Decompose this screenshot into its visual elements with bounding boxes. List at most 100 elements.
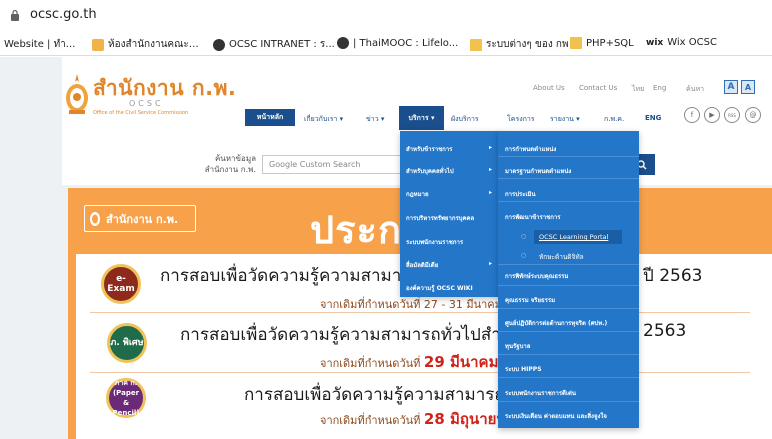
- lock-icon: [11, 9, 19, 21]
- announcement-title[interactable]: การสอบเพื่อวัดความรู้ความสามารถทั่ว: [244, 381, 525, 408]
- bookmark-wix[interactable]: wix Wix OCSC: [646, 37, 717, 48]
- divider: [498, 156, 639, 157]
- submenu-item-ocsc-learning-portal[interactable]: OCSC Learning Portal: [539, 233, 608, 241]
- site-logo-subtitle: Office of the Civil Service Commission: [93, 110, 189, 116]
- submenu-item-anti-corruption-center[interactable]: ศูนย์ปฏิบัติการต่อต้านการทุจริต (ศปท.): [505, 318, 607, 328]
- nav-news[interactable]: ข่าว ▾: [366, 114, 384, 125]
- nav-projects[interactable]: โครงการ: [507, 114, 535, 125]
- announcement-subtitle: จากเดิมที่กำหนดวันที่ 27 - 31 มีนาคม: [320, 298, 502, 311]
- facebook-icon[interactable]: f: [684, 107, 700, 123]
- submenu-item-salary-compensation[interactable]: ระบบเงินเดือน ค่าตอบแทน และสิ่งจูงใจ: [505, 411, 607, 421]
- nav-services[interactable]: บริการ ▾: [399, 106, 444, 130]
- banner-logo-text: สำนักงาน ก.พ.: [106, 213, 179, 226]
- font-size-normal-button[interactable]: A: [724, 80, 738, 94]
- bookmark-label: ระบบต่างๆ ของ กพ: [486, 39, 569, 50]
- submenu-item-evaluation[interactable]: การประเมิน: [505, 189, 536, 199]
- menu-item-multimedia[interactable]: สื่อมัลติมีเดีย: [406, 260, 438, 270]
- menu-item-ocsc-wiki[interactable]: องค์ความรู้ OCSC WIKI: [406, 283, 473, 293]
- bookmark-label: Wix OCSC: [667, 37, 717, 48]
- email-icon[interactable]: @: [745, 107, 761, 123]
- emblem-icon: [92, 38, 104, 51]
- search-link[interactable]: ค้นหา: [686, 84, 704, 95]
- nav-merit-commission[interactable]: ก.พ.ค.: [604, 114, 624, 125]
- bookmark-label: Website | ทำ...: [4, 39, 76, 50]
- divider: [498, 377, 639, 378]
- folder-icon: [470, 38, 482, 51]
- bookmark-label: ห้องสำนักงานคณะกรรมการข้าราชการพลเรือน: [108, 39, 200, 50]
- announcement-title-tail: ปี 2563: [643, 266, 703, 286]
- globe-icon: [337, 37, 349, 49]
- bookmark-ocsc-home[interactable]: ห้องสำนักงานคณะกรรมการข้าราชการพลเรือน: [92, 37, 200, 52]
- bookmark-intranet[interactable]: OCSC INTRANET : ร...: [213, 37, 335, 52]
- contact-us-link[interactable]: Contact Us: [579, 84, 617, 92]
- bookmark-website[interactable]: Website | ทำ...: [4, 37, 75, 52]
- bookmark-label: PHP+SQL: [586, 37, 634, 49]
- divider: [498, 201, 639, 202]
- divider: [90, 372, 750, 373]
- menu-item-for-civil-servants[interactable]: สำหรับข้าราชการ: [406, 144, 452, 154]
- submenu-item-ethics[interactable]: คุณธรรม จริยธรรม: [505, 295, 555, 305]
- submenu-item-position-standards[interactable]: มาตรฐานกำหนดตำแหน่ง: [505, 166, 571, 176]
- ocsc-emblem-icon: [90, 212, 100, 226]
- lang-thai-link[interactable]: ไทย: [632, 84, 644, 95]
- youtube-icon[interactable]: ▶: [704, 107, 720, 123]
- special-exam-badge[interactable]: ภ. พิเศษ: [107, 323, 147, 363]
- announcement-title[interactable]: การสอบเพื่อวัดความรู้ความสามารถทั่วไปสำห…: [180, 321, 532, 348]
- rss-icon[interactable]: RSS: [724, 107, 740, 123]
- site-logo-text[interactable]: สำนักงาน ก.พ.: [93, 72, 236, 105]
- divider: [498, 308, 639, 309]
- submenu-item-hipps[interactable]: ระบบ HIPPS: [505, 364, 542, 374]
- search-label: ค้นหาข้อมูล สำนักงาน ก.พ.: [204, 154, 256, 174]
- about-us-link[interactable]: About Us: [533, 84, 565, 92]
- announcement-title[interactable]: การสอบเพื่อวัดความรู้ความสามารถ: [160, 262, 421, 289]
- lang-eng-link[interactable]: Eng: [653, 84, 666, 92]
- menu-item-law[interactable]: กฎหมาย: [406, 189, 428, 199]
- address-bar[interactable]: [0, 0, 772, 32]
- search-input[interactable]: Google Custom Search: [262, 155, 412, 174]
- globe-icon: [213, 38, 225, 51]
- bookmark-label: | ThaiMOOC : Lifelo...: [353, 37, 459, 49]
- nav-about[interactable]: เกี่ยวกับเรา ▾: [304, 114, 343, 125]
- nav-home[interactable]: หน้าหลัก: [245, 109, 295, 126]
- bookmark-folder-php-sql[interactable]: PHP+SQL: [570, 37, 634, 49]
- submenu-item-civil-servant-development[interactable]: การพัฒนาข้าราชการ: [505, 212, 560, 222]
- bookmark-thaimooc[interactable]: | ThaiMOOC : Lifelo...: [337, 37, 458, 49]
- ocsc-emblem-icon[interactable]: [64, 72, 90, 116]
- e-exam-badge[interactable]: e-Exam: [101, 264, 141, 304]
- paper-pencil-badge[interactable]: ภาค ก. (Paper & Pencil): [106, 378, 146, 418]
- divider: [498, 401, 639, 402]
- divider: [498, 354, 639, 355]
- bookmark-folder-ocsc-systems[interactable]: ระบบต่างๆ ของ กพ: [470, 37, 569, 52]
- nav-service-chart[interactable]: ผังบริการ: [451, 114, 479, 125]
- divider: [498, 331, 639, 332]
- nav-eng[interactable]: ENG: [645, 114, 661, 122]
- submenu-item-scholarships[interactable]: ทุนรัฐบาล: [505, 341, 530, 351]
- bullet-icon: ○: [521, 233, 527, 240]
- bullet-icon: ○: [521, 252, 527, 259]
- submenu-item-merit-protection[interactable]: การพิทักษ์ระบบคุณธรรม: [505, 271, 568, 281]
- chevron-right-icon: ▸: [489, 189, 493, 196]
- menu-item-hr-management[interactable]: การบริหารทรัพยากรบุคคล: [406, 213, 474, 223]
- site-logo-ocsc: OCSC: [129, 99, 164, 108]
- chevron-right-icon: ▸: [489, 144, 493, 151]
- divider: [498, 264, 639, 265]
- announcement-title-tail: 2563: [643, 321, 687, 341]
- bookmark-label: OCSC INTRANET : ร...: [229, 39, 335, 50]
- divider: [498, 285, 639, 286]
- chevron-right-icon: ▸: [489, 260, 493, 267]
- divider: [90, 312, 750, 313]
- submenu-item-position-classification[interactable]: การกำหนดตำแหน่ง: [505, 144, 556, 154]
- nav-reports[interactable]: รายงาน ▾: [550, 114, 580, 125]
- submenu-item-digital-skills[interactable]: ทักษะด้านดิจิทัล: [539, 252, 584, 262]
- folder-icon: [570, 37, 582, 49]
- submenu-item-outstanding-employees[interactable]: ระบบพนักงานราชการดีเด่น: [505, 388, 576, 398]
- font-size-large-button[interactable]: A: [741, 80, 755, 94]
- announcement-subtitle: จากเดิมที่กำหนดวันที่ 29 มีนาคม: [320, 353, 499, 371]
- menu-item-government-employees[interactable]: ระบบพนักงานราชการ: [406, 237, 463, 247]
- announcement-subtitle: จากเดิมที่กำหนดวันที่ 28 มิถุนายน: [320, 410, 507, 428]
- chevron-right-icon: ▸: [489, 166, 493, 173]
- menu-item-for-public[interactable]: สำหรับบุคคลทั่วไป: [406, 166, 454, 176]
- url-text[interactable]: ocsc.go.th: [30, 7, 97, 22]
- wix-icon: wix: [646, 37, 664, 48]
- divider: [498, 178, 639, 179]
